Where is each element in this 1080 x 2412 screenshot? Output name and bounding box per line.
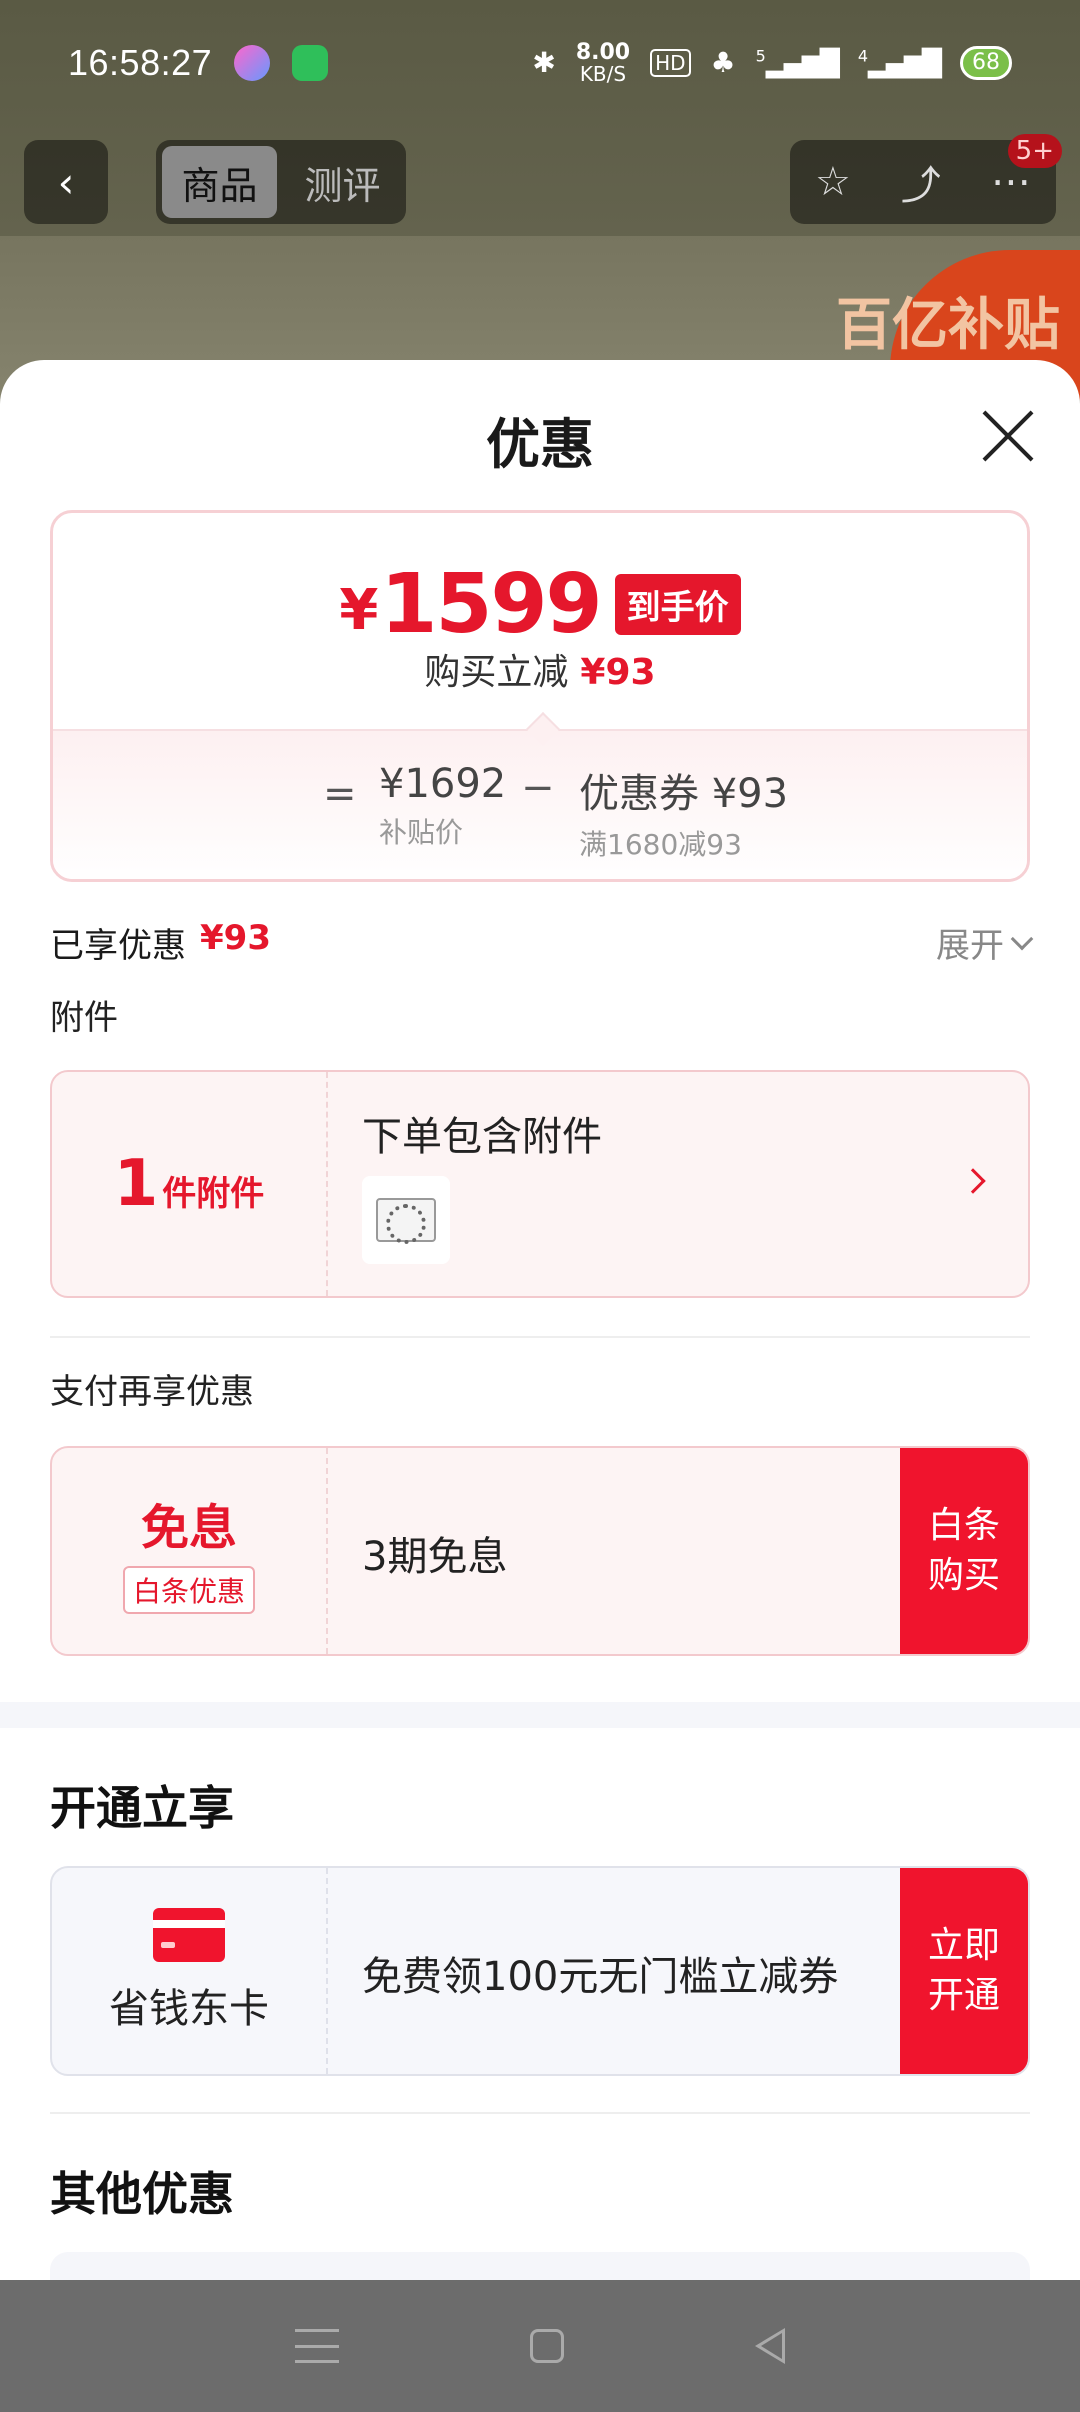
tab-review[interactable]: 测评	[285, 146, 400, 218]
membership-card: 省钱东卡 免费领100元无门槛立减券 立即 开通	[50, 1866, 1030, 2076]
enjoyed-label: 已享优惠	[50, 926, 186, 966]
security-app-icon	[292, 44, 329, 81]
expand-button[interactable]: 展开	[936, 918, 1034, 967]
accessory-count-box: 1 件附件	[52, 1072, 328, 1296]
accessory-card[interactable]: 1 件附件 下单包含附件	[50, 1070, 1030, 1298]
status-indicators: ✱ 8.00 KB/S HD ♣ 5▂▄▆█ 4▂▄▆█ 68	[532, 39, 1012, 86]
back-button[interactable]: ‹	[24, 140, 108, 224]
reduction-value: ¥93	[580, 652, 656, 693]
baitiao-buy-button[interactable]: 白条 购买	[900, 1448, 1028, 1654]
price-breakdown: = ¥1692 补贴价 − 优惠券 ¥93 满1680减93	[53, 729, 1027, 879]
signal-sim2-icon: 4▂▄▆█	[857, 46, 942, 79]
nav-tabs: 商品 测评	[156, 140, 406, 224]
price-card: ¥ 1599 到手价 购买立减 ¥93 = ¥1692 补贴价 − 优惠券 ¥93…	[50, 510, 1030, 882]
divider-line	[50, 2112, 1030, 2114]
membership-offer: 免费领100元无门槛立减券	[362, 1954, 839, 2000]
net-speed-value: 8.00	[575, 39, 631, 65]
bluetooth-icon: ✱	[532, 46, 556, 79]
accessory-count-unit: 件附件	[162, 1174, 265, 1214]
baitiao-tag: 白条优惠	[122, 1566, 255, 1614]
subsidy-price: ¥1692 补贴价	[379, 761, 506, 851]
accessory-thumbnail	[362, 1176, 450, 1264]
expand-label: 展开	[936, 926, 1004, 966]
installment-text: 3期免息	[362, 1534, 508, 1580]
coupon-condition: 满1680减93	[579, 828, 742, 861]
installment-card: 免息 白条优惠 3期免息 白条 购买	[50, 1446, 1030, 1656]
installment-badge: 免息 白条优惠	[52, 1448, 328, 1654]
subsidy-price-label: 补贴价	[379, 816, 464, 849]
recent-apps-icon[interactable]	[295, 2329, 340, 2363]
status-bar: 16:58:27 ✱ 8.00 KB/S HD ♣ 5▂▄▆█ 4▂▄▆█ 68	[0, 0, 1080, 125]
reduction-label: 购买立减	[424, 652, 569, 693]
home-icon[interactable]	[529, 2329, 564, 2363]
divider-line	[50, 1336, 1030, 1338]
final-price: 1599	[380, 557, 602, 652]
accessory-count-number: 1	[113, 1147, 159, 1221]
outdoor-unit-icon	[376, 1198, 436, 1244]
message-badge: 5+	[1007, 134, 1062, 168]
coupon: 优惠券 ¥93 满1680减93	[579, 761, 788, 863]
net-speed: 8.00 KB/S	[575, 39, 631, 86]
chevron-down-icon	[1010, 927, 1034, 950]
final-price-tag: 到手价	[614, 574, 741, 635]
subsidy-price-value: ¥1692	[379, 761, 507, 807]
chevron-right-icon	[960, 1168, 986, 1194]
open-section-title: 开通立享	[50, 1781, 234, 1835]
battery-icon: 68	[960, 45, 1012, 80]
membership-badge: 省钱东卡	[52, 1868, 328, 2074]
favorite-star-icon[interactable]: ☆	[815, 159, 851, 205]
promo-badge-text: 百亿补贴	[836, 293, 1060, 358]
app-notification-icon	[234, 44, 271, 81]
tab-product[interactable]: 商品	[162, 146, 277, 218]
nav-actions: ☆ ⤴ ⋯ 5+	[790, 134, 1062, 224]
status-time: 16:58:27	[68, 41, 213, 83]
pay-section-title: 支付再享优惠	[50, 1372, 254, 1412]
sim1-label: 5	[755, 46, 766, 66]
section-divider	[0, 1702, 1080, 1728]
final-price-line: ¥ 1599 到手价	[53, 557, 1027, 652]
product-nav-bar: ‹ 商品 测评 ☆ ⤴ ⋯ 5+	[24, 134, 1062, 224]
close-icon[interactable]	[980, 408, 1036, 464]
net-speed-unit: KB/S	[579, 61, 627, 86]
accessory-title: 下单包含附件	[362, 1114, 602, 1160]
hd-icon: HD	[650, 48, 691, 77]
open-now-button[interactable]: 立即 开通	[900, 1868, 1028, 2074]
accessory-section-title: 附件	[50, 998, 118, 1038]
equals-sign: =	[323, 771, 357, 817]
clover-icon: ♣	[710, 46, 736, 79]
enjoyed-discount-row: 已享优惠 ¥93 展开	[50, 918, 1034, 967]
interest-free-title: 免息	[140, 1500, 237, 1556]
membership-name: 省钱东卡	[109, 1986, 269, 2032]
other-offer-card	[50, 2252, 1030, 2280]
minus-sign: −	[521, 765, 555, 811]
sim2-label: 4	[857, 46, 869, 66]
other-section-title: 其他优惠	[50, 2167, 234, 2221]
accessory-count: 1 件附件	[114, 1147, 265, 1221]
bank-card-icon	[153, 1908, 225, 1962]
sheet-title: 优惠	[486, 413, 594, 476]
price-currency: ¥	[339, 578, 379, 643]
coupon-value: 优惠券 ¥93	[579, 771, 789, 817]
share-icon[interactable]: ⤴	[901, 153, 941, 211]
signal-sim1-icon: 5▂▄▆█	[755, 46, 840, 79]
system-nav-bar	[0, 2280, 1080, 2412]
back-nav-icon[interactable]	[754, 2328, 785, 2364]
enjoyed-value: ¥93	[200, 918, 271, 958]
discount-sheet: 优惠 ¥ 1599 到手价 购买立减 ¥93 = ¥1692 补贴价 − 优惠券 …	[0, 360, 1080, 2280]
instant-reduction: 购买立减 ¥93	[53, 643, 1027, 695]
